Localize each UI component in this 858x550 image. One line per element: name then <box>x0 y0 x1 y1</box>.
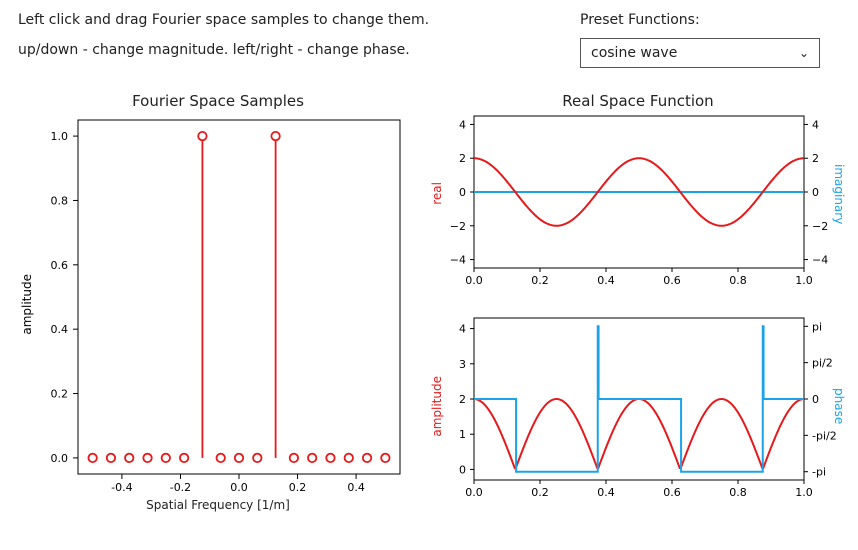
svg-text:1.0: 1.0 <box>795 274 813 287</box>
svg-text:−4: −4 <box>450 254 466 267</box>
svg-text:0.2: 0.2 <box>51 388 69 401</box>
svg-text:0.6: 0.6 <box>663 274 681 287</box>
svg-text:−4: −4 <box>812 254 828 267</box>
imag-ylabel: imaginary <box>832 164 846 224</box>
svg-text:0.8: 0.8 <box>729 486 747 499</box>
svg-text:0.4: 0.4 <box>347 481 365 494</box>
svg-text:2: 2 <box>459 152 466 165</box>
svg-text:0.2: 0.2 <box>531 486 549 499</box>
svg-text:0.0: 0.0 <box>230 481 248 494</box>
svg-text:0.8: 0.8 <box>729 274 747 287</box>
svg-text:3: 3 <box>459 358 466 371</box>
real-ylabel: real <box>430 182 444 205</box>
fourier-ylabel: amplitude <box>20 274 34 335</box>
svg-text:0.2: 0.2 <box>289 481 307 494</box>
svg-text:0.0: 0.0 <box>51 452 69 465</box>
svg-text:1.0: 1.0 <box>51 130 69 143</box>
svg-text:0: 0 <box>459 463 466 476</box>
preset-label: Preset Functions: <box>580 12 840 28</box>
svg-text:0.6: 0.6 <box>51 259 69 272</box>
amp-phase-plot: 0.0 0.2 0.4 0.6 0.8 1.0 0 1 2 3 4 -pi -pi/2 0 pi/2 pi <box>428 304 848 504</box>
svg-text:0.2: 0.2 <box>531 274 549 287</box>
svg-text:0.4: 0.4 <box>51 323 69 336</box>
svg-text:1.0: 1.0 <box>795 486 813 499</box>
svg-text:0.6: 0.6 <box>663 486 681 499</box>
svg-text:0: 0 <box>812 186 819 199</box>
svg-text:0.0: 0.0 <box>465 274 483 287</box>
svg-text:4: 4 <box>812 118 819 131</box>
preset-selected-value: cosine wave <box>591 45 677 61</box>
svg-text:0.4: 0.4 <box>597 274 615 287</box>
svg-text:1: 1 <box>459 428 466 441</box>
svg-text:-pi/2: -pi/2 <box>812 429 837 442</box>
fourier-title: Fourier Space Samples <box>18 92 418 110</box>
svg-text:-0.4: -0.4 <box>111 481 132 494</box>
svg-text:0: 0 <box>812 393 819 406</box>
svg-text:0.8: 0.8 <box>51 194 69 207</box>
svg-text:0.4: 0.4 <box>597 486 615 499</box>
svg-text:2: 2 <box>459 393 466 406</box>
svg-text:4: 4 <box>459 323 466 336</box>
amp-ylabel: amplitude <box>430 376 444 437</box>
svg-text:0: 0 <box>459 186 466 199</box>
instruction-line-2: up/down - change magnitude. left/right -… <box>18 42 540 58</box>
svg-text:4: 4 <box>459 118 466 131</box>
real-space-plot: 0.0 0.2 0.4 0.6 0.8 1.0 −4 −2 0 2 4 −4 −2 0 2 4 <box>428 92 848 292</box>
instruction-line-1: Left click and drag Fourier space sample… <box>18 12 540 28</box>
real-space-title: Real Space Function <box>428 92 848 110</box>
svg-text:2: 2 <box>812 152 819 165</box>
svg-text:pi/2: pi/2 <box>812 357 833 370</box>
svg-text:0.0: 0.0 <box>465 486 483 499</box>
fourier-plot[interactable]: -0.4 -0.2 0.0 0.2 0.4 0.0 0.2 0.4 0.6 0.8 1.0 <box>18 92 418 512</box>
fourier-xlabel: Spatial Frequency [1/m] <box>18 498 418 512</box>
svg-text:-0.2: -0.2 <box>170 481 191 494</box>
preset-select[interactable]: cosine wave ⌄ <box>580 38 820 68</box>
phase-ylabel: phase <box>832 388 846 424</box>
chevron-down-icon: ⌄ <box>799 46 809 60</box>
svg-text:pi: pi <box>812 320 822 333</box>
svg-text:−2: −2 <box>450 220 466 233</box>
svg-text:−2: −2 <box>812 220 828 233</box>
svg-text:-pi: -pi <box>812 466 826 479</box>
